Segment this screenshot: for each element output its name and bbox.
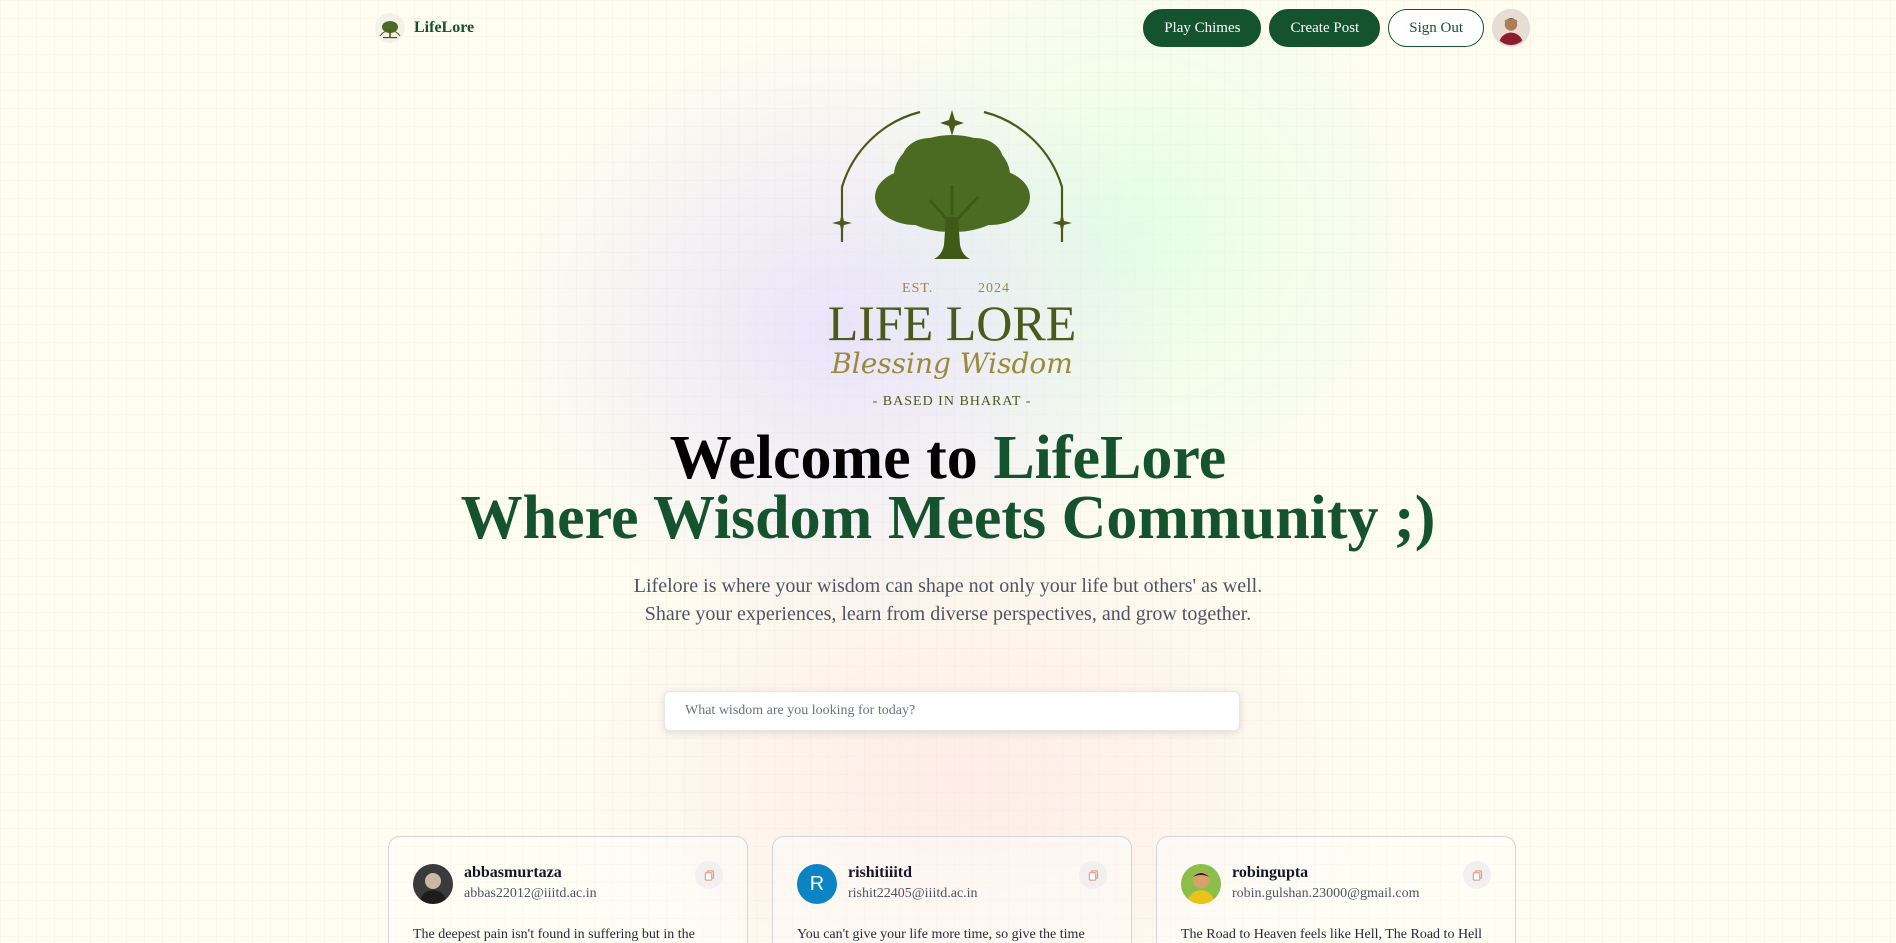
hero-description-line2: Share your experiences, learn from diver… xyxy=(644,603,1252,625)
emblem-based: - BASED IN BHARAT - xyxy=(873,394,1032,409)
post-email: abbas22012@iiitd.ac.in xyxy=(464,886,597,901)
profile-avatar[interactable] xyxy=(1492,9,1530,47)
lifelore-emblem: EST. 2024 LIFE LORE Blessing Wisdom - BA… xyxy=(828,110,1077,409)
headline-prefix: Welcome to xyxy=(669,424,994,492)
top-navbar: LifeLore Play Chimes Create Post Sign Ou… xyxy=(374,0,1530,56)
create-post-button[interactable]: Create Post xyxy=(1269,9,1381,47)
post-text: You can't give your life more time, so g… xyxy=(797,927,1085,942)
emblem-year: 2024 xyxy=(978,281,1010,296)
left-star-icon xyxy=(832,213,852,233)
top-star-icon xyxy=(940,110,964,136)
avatar-initial: R xyxy=(809,872,825,895)
right-star-icon xyxy=(1052,213,1072,233)
post-username: rishitiiitd xyxy=(848,864,913,881)
copy-button[interactable] xyxy=(1463,861,1491,889)
photo-avatar-icon xyxy=(1181,864,1221,904)
hero-description: Lifelore is where your wisdom can shape … xyxy=(0,572,1896,628)
nav-actions: Play Chimes Create Post Sign Out xyxy=(1143,9,1530,47)
search-input[interactable] xyxy=(685,703,1219,719)
search-bar xyxy=(664,691,1240,731)
emblem-script: Blessing Wisdom xyxy=(830,347,1073,380)
post-text: The Road to Heaven feels like Hell, The … xyxy=(1181,927,1483,942)
brand-name: LifeLore xyxy=(414,19,475,36)
copy-icon xyxy=(704,869,714,881)
post-card: abbasmurtaza abbas22012@iiitd.ac.in The … xyxy=(388,836,748,943)
post-card: R rishitiiitd rishit22405@iiitd.ac.in Yo… xyxy=(772,836,1132,943)
user-photo-icon xyxy=(1494,11,1528,45)
post-text: The deepest pain isn't found in sufferin… xyxy=(413,927,695,942)
hero-description-line1: Lifelore is where your wisdom can shape … xyxy=(633,575,1263,597)
post-feed: abbasmurtaza abbas22012@iiitd.ac.in The … xyxy=(388,836,1516,943)
user-avatar[interactable] xyxy=(413,864,453,904)
tree-logo-icon xyxy=(375,13,405,43)
hero-headline: Welcome to LifeLore Where Wisdom Meets C… xyxy=(0,427,1896,552)
user-avatar[interactable] xyxy=(1181,864,1221,904)
post-username: abbasmurtaza xyxy=(464,864,562,881)
sign-out-button[interactable]: Sign Out xyxy=(1388,9,1484,47)
emblem-est: EST. xyxy=(902,281,933,296)
user-avatar[interactable]: R xyxy=(797,864,837,904)
copy-button[interactable] xyxy=(695,861,723,889)
photo-avatar-icon xyxy=(413,864,453,904)
emblem-title: LIFE LORE xyxy=(828,295,1077,351)
headline-line2: Where Wisdom Meets Community ;) xyxy=(460,484,1436,552)
post-email: robin.gulshan.23000@gmail.com xyxy=(1232,886,1420,901)
post-card: robingupta robin.gulshan.23000@gmail.com… xyxy=(1156,836,1516,943)
headline-brand: LifeLore xyxy=(993,424,1227,492)
copy-icon xyxy=(1472,869,1482,881)
brand-link[interactable]: LifeLore xyxy=(374,12,474,44)
play-chimes-button[interactable]: Play Chimes xyxy=(1143,9,1262,47)
copy-icon xyxy=(1088,869,1098,881)
copy-button[interactable] xyxy=(1079,861,1107,889)
post-email: rishit22405@iiitd.ac.in xyxy=(848,886,978,901)
post-username: robingupta xyxy=(1232,864,1309,881)
